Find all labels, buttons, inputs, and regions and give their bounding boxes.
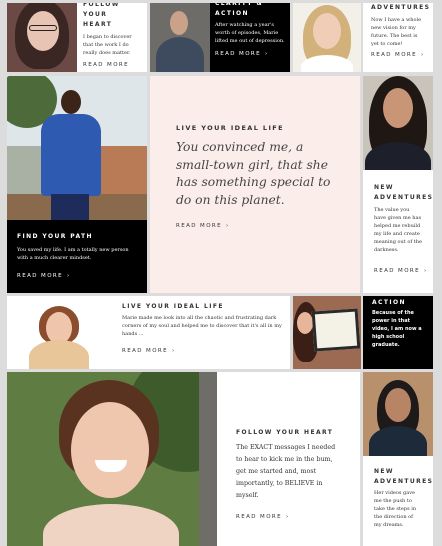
testimonial-photo-7[interactable] <box>7 296 113 369</box>
card-heading: Action <box>372 299 406 306</box>
card-body: Now I have a whole new vision for my fut… <box>371 17 422 47</box>
testimonial-card-1[interactable]: Follow your heart I began to discover th… <box>77 3 147 72</box>
read-more-link[interactable]: Read more › <box>122 346 281 356</box>
chevron-right-icon: › <box>83 70 141 72</box>
testimonial-photo-8[interactable] <box>293 296 361 369</box>
read-more-link[interactable]: Read more › <box>176 221 334 231</box>
portrait-shoulders <box>156 37 204 72</box>
portrait-face <box>71 402 149 498</box>
chevron-right-icon: › <box>265 51 269 57</box>
card-body: I began to discover that the work I do r… <box>83 34 132 56</box>
portrait-shoulders <box>29 340 89 369</box>
read-more-link[interactable]: Read more › <box>236 512 341 522</box>
card-heading: Live your ideal life <box>122 303 224 310</box>
portrait-face <box>297 312 313 334</box>
read-more-link[interactable]: Read more › <box>374 266 426 276</box>
chevron-right-icon: › <box>424 268 428 274</box>
portrait-shoulders <box>301 55 353 72</box>
testimonial-card-9[interactable]: Follow your heart The EXACT messages I n… <box>217 372 360 546</box>
chevron-right-icon: › <box>172 348 176 354</box>
testimonial-photo-1[interactable] <box>7 3 77 72</box>
testimonial-photo-4[interactable] <box>7 76 147 220</box>
diploma-certificate <box>311 308 361 352</box>
featured-quote: You convinced me, a small-town girl, tha… <box>176 140 331 207</box>
portrait-face <box>61 90 81 114</box>
featured-eyebrow: Live your ideal life <box>176 124 284 132</box>
testimonial-photo-3[interactable] <box>293 3 361 72</box>
card-heading: Follow your heart <box>83 3 120 28</box>
portrait-face <box>385 388 411 422</box>
card-heading: New Adventures <box>374 184 433 201</box>
testimonial-card-4[interactable]: Find your path You saved my life. I am a… <box>7 220 147 293</box>
featured-testimonial[interactable]: Live your ideal life You convinced me, a… <box>150 76 360 293</box>
testimonial-photo-6[interactable] <box>363 76 433 170</box>
testimonial-photo-10[interactable] <box>363 372 433 456</box>
read-more-link[interactable]: Read more › <box>17 271 137 281</box>
card-heading: Clarity & Action <box>215 3 264 17</box>
card-body: Because of the power in that video, I am… <box>372 310 422 348</box>
chevron-right-icon: › <box>286 514 290 520</box>
testimonial-photo-9[interactable] <box>7 372 217 546</box>
testimonial-card-8[interactable]: Action Because of the power in that vide… <box>363 296 433 369</box>
card-heading: Adventures <box>371 4 431 11</box>
testimonial-photo-2[interactable] <box>150 3 210 72</box>
portrait-shoulders <box>43 504 179 546</box>
testimonial-card-6[interactable]: New Adventures The value you have given … <box>363 170 433 293</box>
read-more-link[interactable]: Read more <box>83 60 141 70</box>
card-body: The EXACT messages I needed to hear to k… <box>236 444 336 499</box>
card-body: After watching a year's worth of episode… <box>215 22 285 44</box>
testimonial-card-10[interactable]: New Adventures Her videos gave me the pu… <box>363 456 433 546</box>
card-body: The value you have given me has helped m… <box>374 207 422 253</box>
chevron-right-icon: › <box>67 273 71 279</box>
portrait-shoulders <box>369 426 427 456</box>
testimonial-card-2[interactable]: Clarity & Action After watching a year's… <box>210 3 290 72</box>
card-heading: Find your path <box>17 233 93 240</box>
card-body: Her videos gave me the push to take the … <box>374 490 417 528</box>
tree-trunk <box>199 372 217 546</box>
portrait-face <box>170 11 188 35</box>
chevron-right-icon: › <box>421 52 425 58</box>
card-heading: New Adventures <box>374 468 433 485</box>
read-more-link[interactable]: Read more › <box>371 50 425 60</box>
portrait-face <box>27 11 59 51</box>
trousers <box>51 194 89 220</box>
blue-shirt <box>41 114 101 196</box>
card-body: You saved my life. I am a totally new pe… <box>17 247 129 261</box>
testimonial-card-7[interactable]: Live your ideal life Marie made me look … <box>113 296 290 369</box>
portrait-face <box>383 88 413 128</box>
card-body: Marie made me look into all the chaotic … <box>122 315 282 337</box>
card-heading: Follow your heart <box>236 429 334 436</box>
portrait-face <box>313 13 341 49</box>
testimonial-card-3[interactable]: Adventures Now I have a whole new vision… <box>363 3 433 72</box>
chevron-right-icon: › <box>226 223 230 229</box>
read-more-link[interactable]: Read more › <box>215 49 285 59</box>
glasses <box>29 25 57 31</box>
